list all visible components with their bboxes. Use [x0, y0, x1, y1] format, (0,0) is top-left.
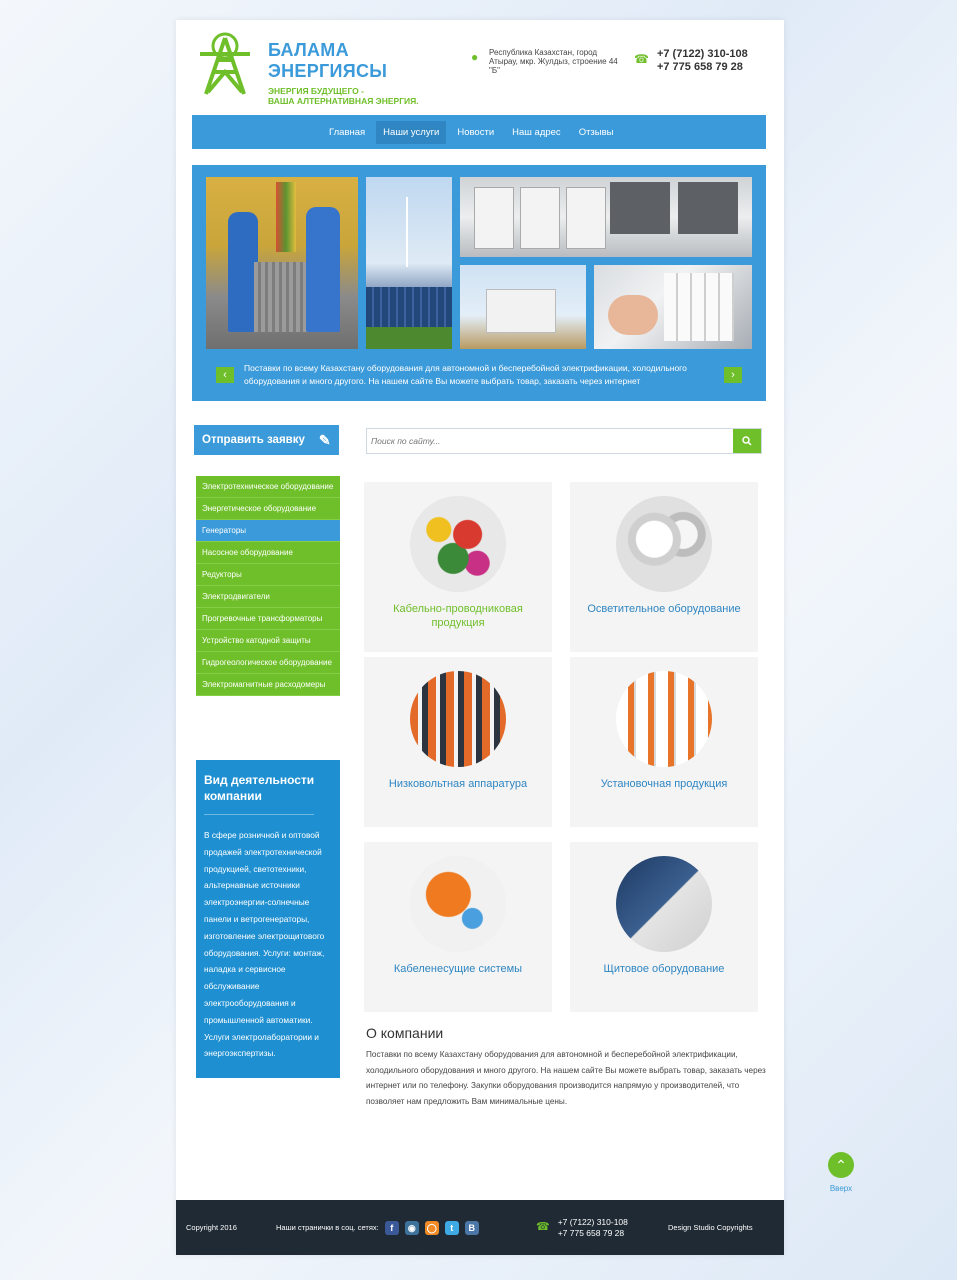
header-address: ● Республика Казахстан, город Атырау, мк… — [471, 48, 619, 75]
category-card-lighting[interactable]: Осветительное оборудование — [570, 482, 758, 652]
footer-design-credit[interactable]: Design Studio Copyrights — [668, 1223, 753, 1232]
instagram-icon[interactable]: ◉ — [404, 1220, 419, 1235]
switchboard-image — [616, 856, 712, 952]
slider-caption-bar: ‹ Поставки по всему Казахстану оборудова… — [206, 361, 752, 389]
header-phones: ☎ +7 (7122) 310-108 +7 775 658 79 28 — [634, 48, 748, 74]
footer-phone-1[interactable]: +7 (7122) 310-108 — [558, 1217, 628, 1228]
address-text: Республика Казахстан, город Атырау, мкр.… — [489, 48, 618, 75]
slide-image-terminal-blocks[interactable] — [460, 177, 752, 257]
brand-block: БАЛАМА ЭНЕРГИЯСЫ ЭНЕРГИЯ БУДУЩЕГО - ВАША… — [268, 40, 458, 106]
about-company-section: О компании Поставки по всему Казахстану … — [366, 1025, 766, 1109]
back-to-top-button[interactable]: ⌃ Вверх — [826, 1152, 856, 1193]
footer-copyright: Copyright 2016 — [186, 1223, 237, 1232]
slider-caption-text: Поставки по всему Казахстану оборудовани… — [244, 363, 687, 386]
odnoklassniki-icon[interactable]: ◯ — [424, 1220, 439, 1235]
nav-item-news[interactable]: Новости — [450, 121, 501, 144]
send-request-label: Отправить заявку — [202, 434, 305, 446]
search-button[interactable] — [733, 429, 761, 453]
sidebar-item-reducers[interactable]: Редукторы — [196, 564, 340, 586]
installation-image — [616, 671, 712, 767]
slide-image-breakers[interactable] — [594, 265, 752, 349]
brand-title: БАЛАМА ЭНЕРГИЯСЫ — [268, 40, 388, 81]
slide-image-substation[interactable] — [460, 265, 586, 349]
search-box — [366, 428, 762, 454]
facebook-icon[interactable]: f — [384, 1220, 399, 1235]
category-card-cable-trays[interactable]: Кабеленесущие системы — [364, 842, 552, 1012]
sidebar-item-generators[interactable]: Генераторы — [196, 520, 340, 542]
activity-title: Вид деятельности компании — [204, 773, 315, 803]
sidebar-item-energy[interactable]: Энергетическое оборудование — [196, 498, 340, 520]
cable-tray-image — [410, 856, 506, 952]
category-label: Кабеленесущие системы — [393, 963, 523, 975]
category-card-low-voltage[interactable]: Низковольтная аппаратура — [364, 657, 552, 827]
nav-item-services[interactable]: Наши услуги — [376, 120, 447, 144]
footer-phones: ☎ +7 (7122) 310-108 +7 775 658 79 28 — [536, 1217, 668, 1239]
category-card-switchboard[interactable]: Щитовое оборудование — [570, 842, 758, 1012]
twitter-icon[interactable]: t — [444, 1220, 459, 1235]
page-container: БАЛАМА ЭНЕРГИЯСЫ ЭНЕРГИЯ БУДУЩЕГО - ВАША… — [176, 20, 784, 1255]
logo[interactable] — [186, 32, 264, 96]
social-label: Наши странички в соц. сетях: — [276, 1223, 379, 1232]
sidebar-item-motors[interactable]: Электродвигатели — [196, 586, 340, 608]
category-sidebar: Электротехническое оборудование Энергети… — [196, 476, 340, 696]
category-label: Низковольтная аппаратура — [388, 778, 528, 790]
arrow-up-icon: ⌃ — [828, 1152, 854, 1178]
header-phone-1[interactable]: +7 (7122) 310-108 — [657, 48, 748, 61]
sidebar-item-flowmeters[interactable]: Электромагнитные расходомеры — [196, 674, 340, 696]
about-company-text: Поставки по всему Казахстану оборудовани… — [366, 1050, 766, 1106]
footer-phone-2[interactable]: +7 775 658 79 28 — [558, 1228, 628, 1239]
about-company-title: О компании — [366, 1025, 444, 1041]
category-card-installation[interactable]: Установочная продукция — [570, 657, 758, 827]
slide-image-workers[interactable] — [206, 177, 358, 349]
footer-social: Наши странички в соц. сетях: f ◉ ◯ t B — [276, 1220, 536, 1235]
nav-item-home[interactable]: Главная — [322, 121, 372, 144]
nav-item-reviews[interactable]: Отзывы — [572, 121, 621, 144]
send-request-button[interactable]: Отправить заявку ✎ — [194, 425, 339, 455]
slider-next-button[interactable]: › — [724, 367, 742, 383]
header: БАЛАМА ЭНЕРГИЯСЫ ЭНЕРГИЯ БУДУЩЕГО - ВАША… — [176, 20, 784, 106]
vk-icon[interactable]: B — [464, 1220, 479, 1235]
low-voltage-image — [410, 671, 506, 767]
location-pin-icon: ● — [471, 50, 479, 64]
brand-slogan-line-1: ЭНЕРГИЯ БУДУЩЕГО - — [268, 86, 364, 96]
category-card-cable[interactable]: Кабельно-проводниковая продукция — [364, 482, 552, 652]
search-input[interactable] — [371, 433, 711, 449]
sidebar-item-heating-transformers[interactable]: Прогревочные трансформаторы — [196, 608, 340, 630]
pencil-icon: ✎ — [318, 431, 331, 448]
power-tower-icon — [200, 32, 250, 95]
sidebar-item-hydrogeological[interactable]: Гидрогеологическое оборудование — [196, 652, 340, 674]
slide-image-wind-solar[interactable] — [366, 177, 452, 349]
phone-icon: ☎ — [634, 52, 649, 66]
category-label: Щитовое оборудование — [603, 963, 725, 975]
activity-text: В сфере розничной и оптовой продажей эле… — [204, 830, 325, 1059]
sidebar-item-pumps[interactable]: Насосное оборудование — [196, 542, 340, 564]
header-phone-2[interactable]: +7 775 658 79 28 — [657, 61, 748, 74]
activity-info-box: Вид деятельности компании В сфере рознич… — [196, 760, 340, 1078]
footer: Copyright 2016 Наши странички в соц. сет… — [176, 1200, 784, 1255]
nav-item-address[interactable]: Наш адрес — [505, 121, 568, 144]
main-nav: Главная Наши услуги Новости Наш адрес От… — [192, 115, 766, 149]
slider-prev-button[interactable]: ‹ — [216, 367, 234, 383]
sidebar-item-cathodic-protection[interactable]: Устройство катодной защиты — [196, 630, 340, 652]
category-label: Осветительное оборудование — [587, 603, 741, 615]
lamp-image — [616, 496, 712, 592]
phone-icon: ☎ — [536, 1221, 550, 1233]
search-icon — [742, 436, 752, 446]
brand-slogan-line-2: ВАША АЛТЕРНАТИВНАЯ ЭНЕРГИЯ. — [268, 96, 419, 106]
divider — [204, 814, 314, 815]
back-to-top-label: Вверх — [829, 1184, 853, 1193]
cable-image — [410, 496, 506, 592]
category-label: Установочная продукция — [600, 778, 728, 790]
category-label: Кабельно-проводниковая продукция — [393, 603, 523, 629]
sidebar-item-electrotechnical[interactable]: Электротехническое оборудование — [196, 476, 340, 498]
image-slider: ‹ Поставки по всему Казахстану оборудова… — [192, 165, 766, 401]
